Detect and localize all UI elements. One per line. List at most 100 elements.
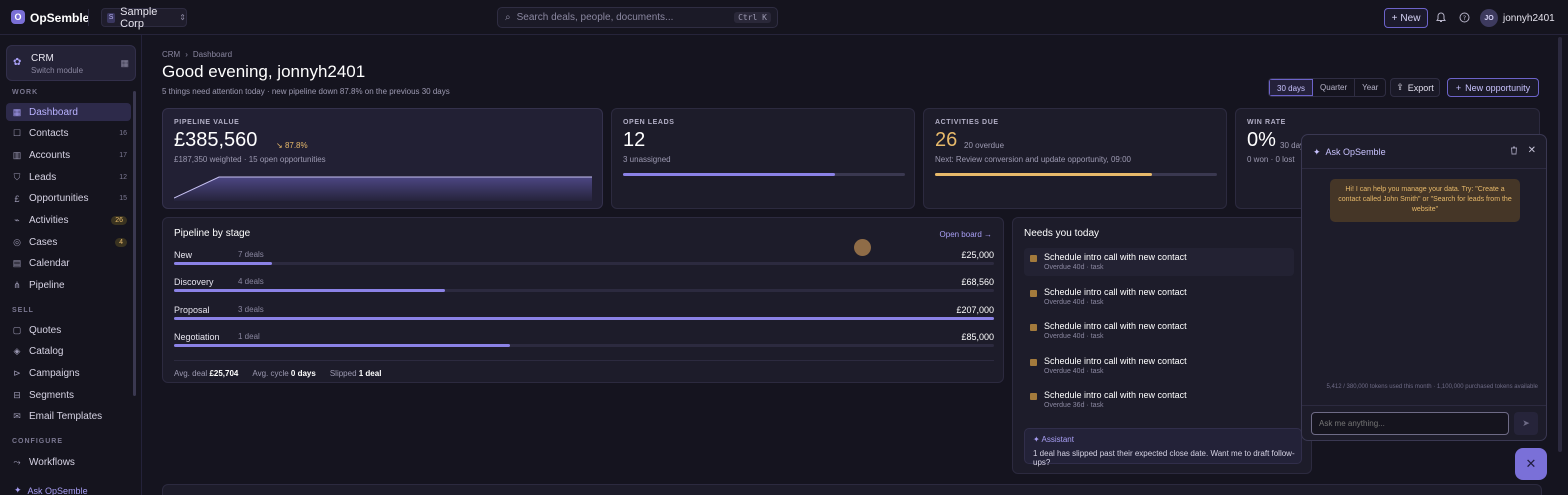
task-item[interactable]: Schedule intro call with new contact Over… [1024,390,1294,418]
task-item[interactable]: Schedule intro call with new contact Over… [1024,287,1294,315]
stage-row[interactable]: Discovery 4 deals £68,560 [174,277,994,301]
close-chat-fab[interactable]: ✕ [1515,448,1547,480]
kpi-activities-due[interactable]: ACTIVITIES DUE 26 20 overdue Next: Revie… [923,108,1227,209]
task-subtitle: Overdue 40d · task [1044,298,1104,306]
open-board-link[interactable]: Open board → [940,230,992,239]
assistant-suggestion[interactable]: ✦ Assistant 1 deal has slipped past thei… [1024,428,1302,467]
sidebar-item-campaigns[interactable]: ⊳ Campaigns [6,364,131,382]
export-button[interactable]: ⇪ Export [1390,78,1440,97]
stage-value: £68,560 [961,277,994,288]
stage-count: 1 deal [238,331,260,341]
chat-divider [1302,168,1546,169]
breadcrumb-item[interactable]: CRM [162,50,180,59]
page-scrollbar[interactable] [1558,37,1562,452]
avatar: JO [1480,9,1498,27]
range-quarter[interactable]: Quarter [1313,79,1356,96]
sidebar-item-catalog[interactable]: ◈ Catalog [6,343,131,361]
global-search[interactable]: ⌕ Search deals, people, documents... Ctr… [497,7,778,28]
new-opportunity-label: New opportunity [1465,82,1531,93]
kpi-value: 26 [935,129,958,151]
task-icon [1030,289,1037,297]
kpi-open-leads[interactable]: OPEN LEADS 12 3 unassigned [611,108,915,209]
new-button[interactable]: + New [1384,8,1428,28]
sidebar-item-label: Quotes [29,324,62,336]
segments-icon: ⊟ [13,389,21,400]
sidebar-item-contacts[interactable]: ☐ Contacts 16 [6,125,131,143]
sidebar-item-workflows[interactable]: ⤳ Workflows [6,453,131,471]
org-switcher[interactable]: S Sample Corp ⇕ [101,5,187,30]
lifebuoy-icon: ◎ [13,236,21,247]
trash-icon[interactable] [1510,146,1518,157]
close-icon[interactable]: ✕ [1528,145,1536,156]
task-title: Schedule intro call with new contact [1044,390,1187,400]
task-icon [1030,255,1037,262]
section-label-configure: CONFIGURE [12,438,63,445]
plus-icon: + [1455,82,1462,93]
top-bar: O OpSemble S Sample Corp ⇕ ⌕ Search deal… [0,0,1568,35]
kpi-label: ACTIVITIES DUE [935,119,999,126]
sidebar-ask-opsemble[interactable]: ✦ Ask OpSemble [6,484,136,495]
sidebar-item-cases[interactable]: ◎ Cases 4 [6,233,131,251]
sidebar-item-dashboard[interactable]: ▦ Dashboard [6,103,131,121]
kpi-value: 0% [1247,129,1276,151]
sidebar-item-accounts[interactable]: ▥ Accounts 17 [6,146,131,164]
stage-count: 4 deals [238,277,264,287]
assistant-message: Hi! I can help you manage your data. Try… [1330,179,1520,222]
bell-icon[interactable] [1434,11,1447,24]
user-menu[interactable]: JO jonnyh2401 [1480,8,1555,28]
sidebar-item-label: Leads [29,171,57,183]
task-subtitle: Overdue 40d · task [1044,333,1104,340]
task-item[interactable]: Schedule intro call with new contact Over… [1024,321,1294,349]
sidebar-item-leads[interactable]: ⛉ Leads 12 [6,168,131,186]
search-input[interactable]: Search deals, people, documents... [517,12,674,23]
stage-row[interactable]: New 7 deals £25,000 [174,250,994,274]
send-icon[interactable]: ➤ [1514,412,1538,435]
sidebar-item-count: 12 [119,173,127,181]
range-30-days[interactable]: 30 days [1269,79,1314,96]
sidebar-item-opportunities[interactable]: £ Opportunities 15 [6,190,131,208]
sidebar-scrollbar[interactable] [133,91,136,396]
app-logo[interactable]: O [11,10,25,24]
module-switcher[interactable]: ✿ CRM Switch module ▦ [6,45,136,81]
kpi-pipeline-value[interactable]: PIPELINE VALUE £385,560 ↘ 87.8% £187,350… [162,108,603,209]
org-icon: S [107,12,116,23]
section-label-sell: SELL [12,307,34,314]
sidebar-item-activities[interactable]: ⌁ Activities 26 [6,212,131,230]
sidebar-item-calendar[interactable]: ▤ Calendar [6,255,131,273]
pipeline-icon: ⋔ [13,280,21,291]
ask-opsemble-panel: ✦ Ask OpSemble ✕ Hi! I can help you mana… [1301,134,1547,441]
assistant-text: 1 deal has slipped past their expected c… [1033,449,1295,467]
sidebar-item-pipeline[interactable]: ⋔ Pipeline [6,277,131,295]
activities-progress-fill [935,173,1152,176]
new-opportunity-button[interactable]: + New opportunity [1447,78,1539,97]
sidebar-item-quotes[interactable]: ▢ Quotes [6,321,131,339]
stage-row[interactable]: Negotiation 1 deal £85,000 [174,332,994,356]
pipeline-stats: Avg. deal £25,704 Avg. cycle 0 days Slip… [174,369,381,378]
cursor-indicator [854,239,871,256]
search-icon: ⌕ [505,12,511,23]
sidebar-item-email-templates[interactable]: ✉ Email Templates [6,408,131,426]
range-year[interactable]: Year [1355,79,1385,96]
calendar-icon: ▤ [12,258,22,269]
module-icon: ✿ [13,57,22,68]
org-name: Sample Corp [120,5,158,30]
stage-bar-fill [174,343,510,347]
chat-divider [1302,405,1546,406]
help-icon[interactable]: ? [1458,11,1471,24]
breadcrumb-item: Dashboard [192,50,233,59]
chevron-right-icon: › [185,50,188,59]
kpi-value-note: 20 overdue [964,141,1005,150]
task-subtitle: Overdue 40d · task [1044,367,1104,375]
topbar-divider [88,9,89,26]
stage-row[interactable]: Proposal 3 deals £207,000 [174,305,994,329]
sidebar-item-segments[interactable]: ⊟ Segments [6,386,131,404]
page-subtitle: 5 things need attention today · new pipe… [162,87,450,96]
pound-icon: £ [14,193,20,204]
sparkle-icon: ✦ [1313,147,1321,157]
task-item[interactable]: Schedule intro call with new contact Over… [1024,356,1294,384]
stage-name: Discovery [174,277,214,288]
megaphone-icon: ⊳ [13,367,21,378]
chat-input[interactable] [1311,412,1509,435]
kpi-note: 0 won · 0 lost [1247,155,1295,164]
task-item[interactable]: Schedule intro call with new contact Over… [1024,248,1294,276]
